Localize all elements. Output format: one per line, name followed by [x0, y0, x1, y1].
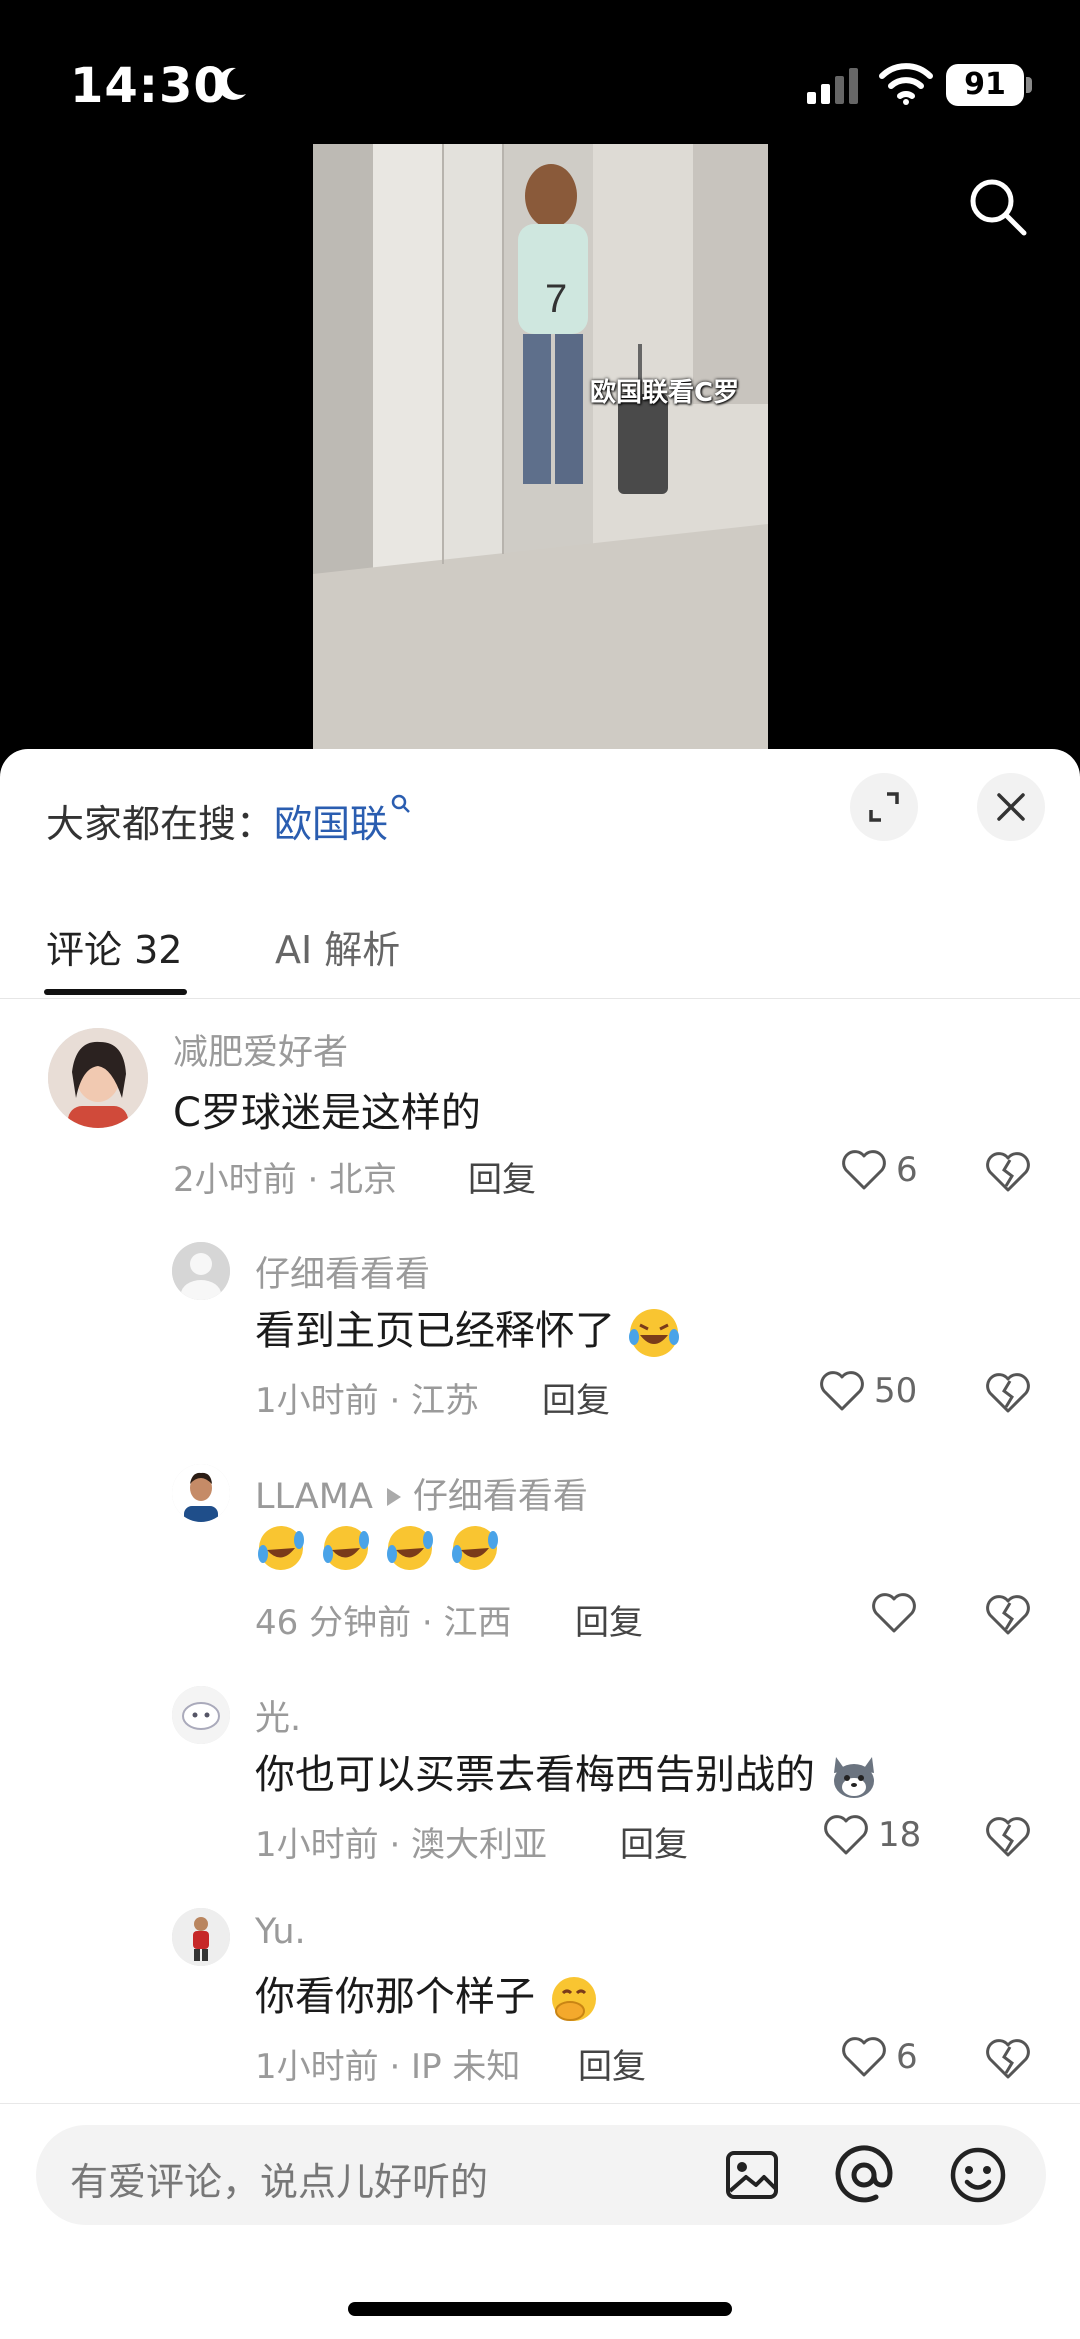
wifi-icon — [879, 63, 933, 105]
reply-arrow-icon — [386, 1488, 401, 1506]
comment-text — [255, 1520, 501, 1572]
like-count: 6 — [896, 2037, 918, 2077]
comment-text-content: 你也可以买票去看梅西告别战的 — [255, 1752, 815, 1798]
close-button[interactable] — [977, 773, 1045, 841]
broken-heart-icon[interactable] — [984, 1150, 1032, 1194]
moon-icon — [217, 67, 246, 100]
active-tab-indicator — [44, 989, 187, 995]
heart-icon — [842, 1150, 886, 1190]
crying-laughing-emoji-icon — [258, 1526, 304, 1570]
like-count: 18 — [878, 1815, 922, 1855]
search-icon[interactable] — [966, 175, 1030, 239]
avatar[interactable] — [172, 1908, 230, 1966]
battery-icon: 91 — [946, 64, 1032, 106]
comment-username[interactable]: 光. — [255, 1690, 301, 1741]
laughing-tears-emoji-icon — [628, 1309, 679, 1357]
comment-input-placeholder: 有爱评论，说点儿好听的 — [70, 2160, 489, 2204]
signal-icon — [807, 68, 858, 104]
comment-item: 减肥爱好者 C罗球迷是这样的 2小时前 · 北京 回复 6 — [0, 1014, 1080, 1200]
expand-button[interactable] — [850, 773, 918, 841]
crying-laughing-emoji-icon — [387, 1526, 434, 1570]
comment-item: 光. 你也可以买票去看梅西告别战的 1小时前 · 澳大利亚 回复 18 — [0, 1680, 1080, 1865]
hand-over-mouth-emoji-icon — [551, 1977, 596, 2021]
image-icon[interactable] — [720, 2143, 784, 2207]
husky-dog-emoji-icon — [833, 1757, 874, 1798]
at-icon[interactable] — [832, 2143, 896, 2207]
heart-icon — [820, 1371, 864, 1411]
comment-item: 仔细看看看 看到主页已经释怀了 1小时前 · 江苏 回复 50 — [0, 1236, 1080, 1421]
reply-button[interactable]: 回复 — [468, 1152, 536, 1201]
like-count: 6 — [896, 1150, 918, 1190]
heart-icon — [842, 2037, 886, 2077]
comment-time-location: 1小时前 · 澳大利亚 — [255, 1825, 548, 1865]
comment-text: C罗球迷是这样的 — [173, 1090, 481, 1136]
reply-target[interactable]: 仔细看看看 — [413, 1477, 588, 1517]
comment-text: 看到主页已经释怀了 — [255, 1298, 680, 1359]
avatar[interactable] — [172, 1464, 230, 1522]
comment-item: Yu. 你看你那个样子 1小时前 · IP 未知 回复 6 — [0, 1902, 1080, 2087]
heart-icon — [872, 1593, 916, 1633]
like-button[interactable]: 18 — [822, 1813, 921, 1857]
trending-search[interactable]: 大家都在搜：欧国联 — [46, 793, 412, 848]
battery-tip — [1026, 77, 1032, 93]
comment-time-location: 1小时前 · IP 未知 — [255, 2047, 521, 2087]
comment-username[interactable]: 仔细看看看 — [255, 1246, 430, 1297]
crying-laughing-emoji-icon — [452, 1526, 499, 1570]
expand-icon — [869, 792, 899, 822]
status-bar: 14:30 91 — [0, 0, 1080, 140]
like-button[interactable]: 6 — [840, 2035, 918, 2079]
input-divider — [0, 2103, 1080, 2104]
broken-heart-icon[interactable] — [984, 1371, 1032, 1415]
comment-time-location: 2小时前 · 北京 — [173, 1160, 398, 1200]
comment-text-content: 看到主页已经释怀了 — [255, 1308, 615, 1354]
video-caption: 欧国联看C罗 — [590, 378, 740, 408]
like-button[interactable] — [870, 1591, 926, 1635]
trending-label: 大家都在搜： — [46, 802, 275, 846]
comment-time-location: 46 分钟前 · 江西 — [255, 1603, 512, 1643]
broken-heart-icon[interactable] — [984, 1593, 1032, 1637]
status-time: 14:30 — [70, 58, 228, 114]
comment-text-content: 你看你那个样子 — [255, 1974, 535, 2020]
like-button[interactable]: 50 — [818, 1369, 917, 1413]
reply-button[interactable]: 回复 — [575, 1595, 643, 1644]
comment-item: LLAMA 仔细看看看 46 分钟前 · 江西 回复 — [0, 1458, 1080, 1643]
like-button[interactable]: 6 — [840, 1148, 918, 1192]
reply-button[interactable]: 回复 — [620, 1817, 688, 1866]
comment-sheet: 大家都在搜：欧国联 评论 32 AI 解析 减肥爱好者 C罗球迷是这样的 2小时… — [0, 749, 1080, 2339]
tab-ai-analysis[interactable]: AI 解析 — [275, 919, 400, 974]
comment-text: 你也可以买票去看梅西告别战的 — [255, 1742, 880, 1803]
close-icon — [997, 793, 1025, 821]
reply-button[interactable]: 回复 — [578, 2039, 646, 2088]
comment-time-location: 1小时前 · 江苏 — [255, 1381, 480, 1421]
broken-heart-icon[interactable] — [984, 2037, 1032, 2081]
broken-heart-icon[interactable] — [984, 1815, 1032, 1859]
comment-username[interactable]: 减肥爱好者 — [173, 1024, 348, 1075]
svg-text:7: 7 — [545, 277, 567, 321]
comment-username[interactable]: Yu. — [255, 1912, 306, 1952]
crying-laughing-emoji-icon — [322, 1526, 369, 1570]
comment-text: 你看你那个样子 — [255, 1964, 600, 2025]
tab-bar: 评论 32 AI 解析 — [0, 899, 1080, 999]
avatar[interactable] — [48, 1028, 148, 1128]
home-indicator[interactable] — [348, 2302, 732, 2316]
trending-keyword[interactable]: 欧国联 — [274, 802, 388, 846]
comment-username: LLAMA 仔细看看看 — [255, 1468, 588, 1519]
avatar[interactable] — [172, 1242, 230, 1300]
like-count: 50 — [874, 1371, 918, 1411]
heart-icon — [824, 1815, 868, 1855]
reply-button[interactable]: 回复 — [542, 1373, 610, 1422]
battery-level: 91 — [946, 64, 1024, 106]
search-small-icon — [391, 794, 410, 813]
reply-author[interactable]: LLAMA — [255, 1477, 373, 1517]
comment-input[interactable]: 有爱评论，说点儿好听的 — [36, 2125, 1046, 2225]
tab-comments[interactable]: 评论 32 — [46, 919, 182, 974]
avatar[interactable] — [172, 1686, 230, 1744]
video-frame[interactable]: 7 — [313, 144, 768, 749]
emoji-icon[interactable] — [946, 2143, 1010, 2207]
